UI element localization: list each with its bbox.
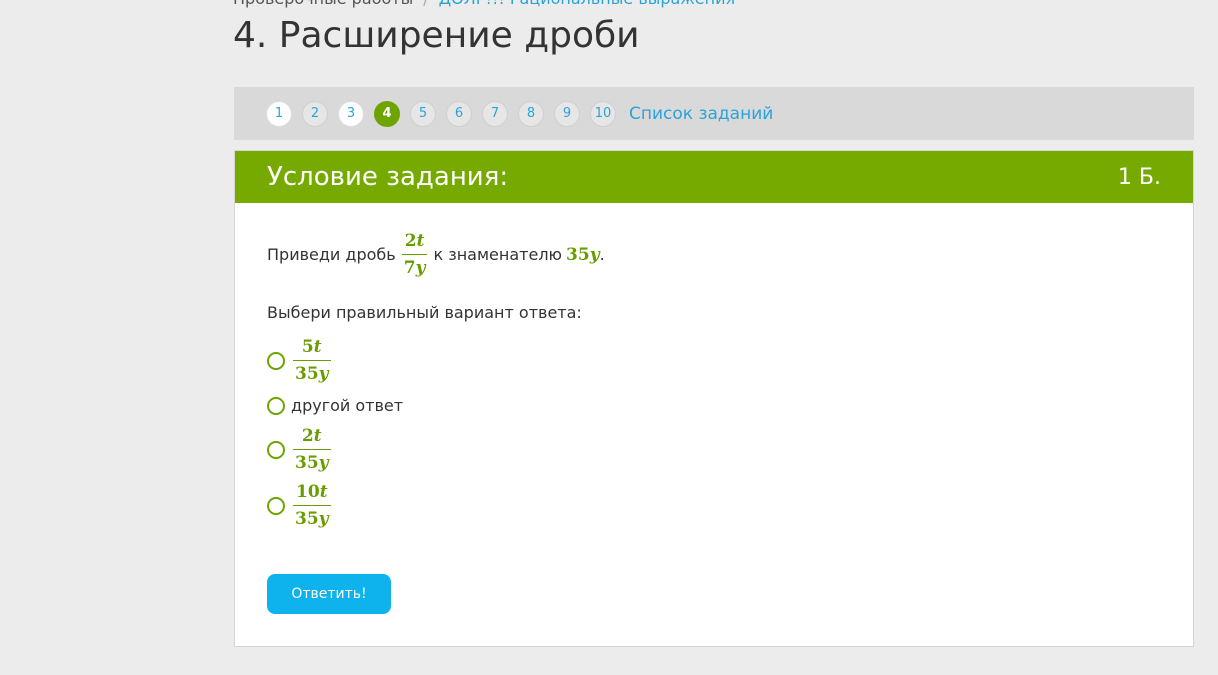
task-pager: 1 2 3 4 5 6 7 8 9 10 Список заданий bbox=[234, 87, 1194, 140]
radio-button[interactable] bbox=[267, 440, 285, 459]
answer-option-4[interactable]: 10t 35y bbox=[267, 482, 337, 529]
question-end: . bbox=[599, 245, 605, 264]
breadcrumb: Проверочные работы / ДОЛГ!!! Рациональные … bbox=[233, 0, 735, 10]
option-fraction: 10t 35y bbox=[293, 482, 331, 529]
page-title: 4. Расширение дроби bbox=[233, 15, 640, 56]
question-prefix: Приведи дробь bbox=[267, 245, 396, 264]
page-button-10[interactable]: 10 bbox=[590, 100, 616, 127]
question-text: Приведи дробь 2t 7y к знаменателю 35y. bbox=[267, 231, 605, 278]
breadcrumb-separator: / bbox=[423, 0, 428, 8]
answer-option-3[interactable]: 2t 35y bbox=[267, 426, 337, 473]
page-button-7[interactable]: 7 bbox=[482, 100, 508, 127]
radio-button[interactable] bbox=[267, 496, 285, 515]
page-button-1[interactable]: 1 bbox=[266, 100, 292, 127]
option-text: другой ответ bbox=[291, 396, 404, 415]
page-button-5[interactable]: 5 bbox=[410, 100, 436, 127]
option-fraction: 2t 35y bbox=[293, 426, 331, 473]
breadcrumb-item-rational-expressions[interactable]: ДОЛГ!!! Рациональные выражения bbox=[439, 0, 735, 8]
question-middle: к знаменателю bbox=[433, 245, 563, 264]
question-fraction: 2t 7y bbox=[401, 231, 428, 278]
page-button-2[interactable]: 2 bbox=[302, 100, 328, 127]
page-button-8[interactable]: 8 bbox=[518, 100, 544, 127]
page-button-9[interactable]: 9 bbox=[554, 100, 580, 127]
answer-option-2[interactable]: другой ответ bbox=[267, 396, 403, 415]
answer-option-1[interactable]: 5t 35y bbox=[267, 337, 337, 384]
task-list-link[interactable]: Список заданий bbox=[629, 104, 773, 124]
submit-answer-button[interactable]: Ответить! bbox=[267, 574, 391, 614]
target-denominator: 35y bbox=[566, 244, 600, 265]
fraction-denominator: 7y bbox=[401, 254, 428, 278]
breadcrumb-item-tests[interactable]: Проверочные работы bbox=[233, 0, 413, 8]
radio-button[interactable] bbox=[267, 351, 285, 370]
option-fraction: 5t 35y bbox=[293, 337, 331, 384]
task-points: 1 Б. bbox=[1117, 164, 1161, 190]
task-condition-title: Условие задания: bbox=[267, 162, 509, 192]
fraction-numerator: 2t bbox=[404, 231, 425, 251]
radio-button[interactable] bbox=[267, 396, 285, 415]
page-button-6[interactable]: 6 bbox=[446, 100, 472, 127]
answer-prompt: Выбери правильный вариант ответа: bbox=[267, 303, 582, 322]
page-button-4-current[interactable]: 4 bbox=[374, 100, 400, 127]
page-button-3[interactable]: 3 bbox=[338, 100, 364, 127]
task-card: Условие задания: 1 Б. Приведи дробь 2t 7… bbox=[234, 150, 1194, 647]
task-card-header: Условие задания: 1 Б. bbox=[235, 151, 1193, 203]
